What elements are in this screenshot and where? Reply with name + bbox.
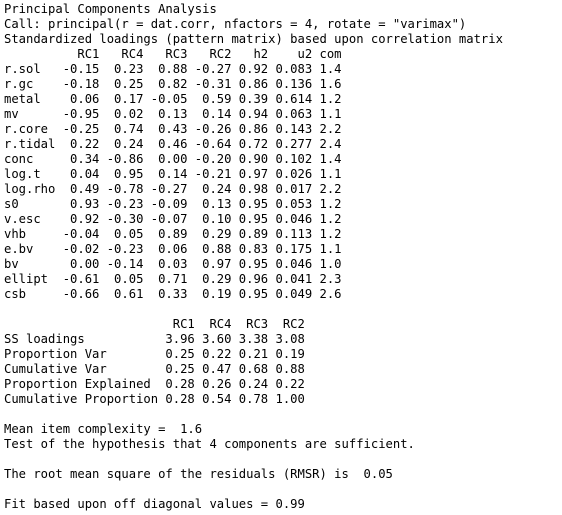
loadings-row-log-t: log.t 0.04 0.95 0.14 -0.21 0.97 0.026 1.… — [4, 167, 342, 181]
title-line: Principal Components Analysis — [4, 2, 217, 16]
variance-row-proportion-explained: Proportion Explained 0.28 0.26 0.24 0.22 — [4, 377, 305, 391]
variance-row-proportion-var: Proportion Var 0.25 0.22 0.21 0.19 — [4, 347, 305, 361]
loadings-row-csb: csb -0.66 0.61 0.33 0.19 0.95 0.049 2.6 — [4, 287, 342, 301]
loadings-row-s0: s0 0.93 -0.23 -0.09 0.13 0.95 0.053 1.2 — [4, 197, 342, 211]
loadings-row-vhb: vhb -0.04 0.05 0.89 0.29 0.89 0.113 1.2 — [4, 227, 342, 241]
console-output: Principal Components Analysis Call: prin… — [0, 0, 562, 515]
loadings-row-log-rho: log.rho 0.49 -0.78 -0.27 0.24 0.98 0.017… — [4, 182, 342, 196]
loadings-header-row: RC1 RC4 RC3 RC2 h2 u2 com — [4, 47, 342, 61]
loadings-row-e-bv: e.bv -0.02 -0.23 0.06 0.88 0.83 0.175 1.… — [4, 242, 342, 256]
call-line: Call: principal(r = dat.corr, nfactors =… — [4, 17, 467, 31]
variance-row-ss-loadings: SS loadings 3.96 3.60 3.38 3.08 — [4, 332, 305, 346]
loadings-row-r-gc: r.gc -0.18 0.25 0.82 -0.31 0.86 0.136 1.… — [4, 77, 342, 91]
fit-line: Fit based upon off diagonal values = 0.9… — [4, 497, 305, 511]
variance-row-cumulative-proportion: Cumulative Proportion 0.28 0.54 0.78 1.0… — [4, 392, 305, 406]
loadings-row-mv: mv -0.95 0.02 0.13 0.14 0.94 0.063 1.1 — [4, 107, 342, 121]
loadings-row-v-esc: v.esc 0.92 -0.30 -0.07 0.10 0.95 0.046 1… — [4, 212, 342, 226]
loadings-row-r-sol: r.sol -0.15 0.23 0.88 -0.27 0.92 0.083 1… — [4, 62, 342, 76]
loadings-row-ellipt: ellipt -0.61 0.05 0.71 0.29 0.96 0.041 2… — [4, 272, 342, 286]
loadings-row-r-core: r.core -0.25 0.74 0.43 -0.26 0.86 0.143 … — [4, 122, 342, 136]
rmsr-line: The root mean square of the residuals (R… — [4, 467, 393, 481]
variance-row-cumulative-var: Cumulative Var 0.25 0.47 0.68 0.88 — [4, 362, 305, 376]
loadings-row-metal: metal 0.06 0.17 -0.05 0.59 0.39 0.614 1.… — [4, 92, 342, 106]
variance-header-row: RC1 RC4 RC3 RC2 — [4, 317, 305, 331]
mean-complexity-line: Mean item complexity = 1.6 — [4, 422, 203, 436]
loadings-row-conc: conc 0.34 -0.86 0.00 -0.20 0.90 0.102 1.… — [4, 152, 342, 166]
loadings-caption-line: Standardized loadings (pattern matrix) b… — [4, 32, 503, 46]
loadings-row-r-tidal: r.tidal 0.22 0.24 0.46 -0.64 0.72 0.277 … — [4, 137, 342, 151]
loadings-row-bv: bv 0.00 -0.14 0.03 0.97 0.95 0.046 1.0 — [4, 257, 342, 271]
hypothesis-test-line: Test of the hypothesis that 4 components… — [4, 437, 415, 451]
